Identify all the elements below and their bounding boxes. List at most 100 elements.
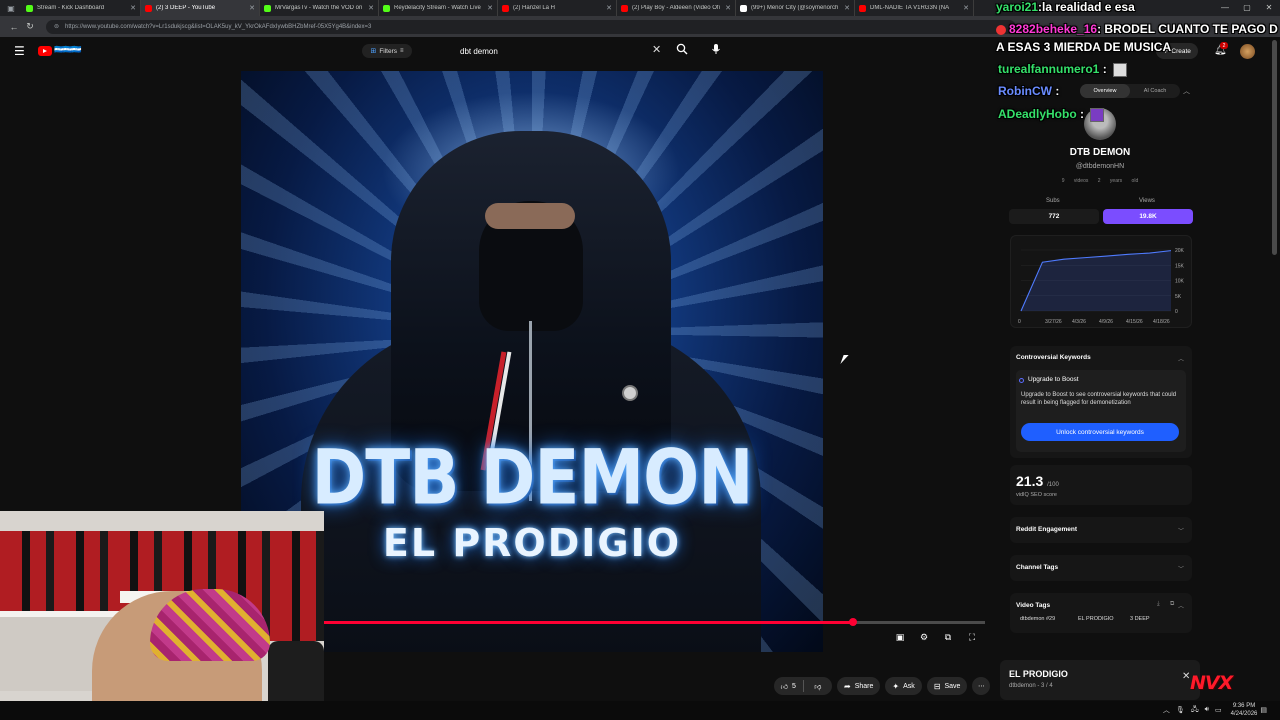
browser-tab[interactable]: Reydelacity Stream - Watch Live ✕ [379,0,498,16]
dislike-button[interactable]: 👎︎ [804,677,833,695]
video-actions: 👍︎ 5 👎︎ ➦ Share ✦ Ask ⊟ Save ⋯ [774,677,995,695]
tab-overview[interactable]: Overview [1080,84,1130,98]
browser-tab[interactable]: (2) 3 DEEP - YouTube ✕ [141,0,260,16]
close-tab-icon[interactable]: ✕ [368,4,374,12]
close-tab-icon[interactable]: ✕ [130,4,136,12]
share-button[interactable]: ➦ Share [837,677,881,695]
seo-score-value: 21.3 [1016,473,1044,489]
views-chart-svg: 20K 15K 10K 5K 0 0 3/27/26 4/3/26 4/9/26 4/15/26 4… [1018,248,1185,325]
unlock-keywords-button[interactable]: Unlock controversial keywords [1021,423,1179,441]
clock[interactable]: 9:36 PM 4/24/2026 [1231,702,1258,718]
filter-icon: ⊞ [370,48,377,55]
channel-tags-card[interactable]: Channel Tags ﹀ [1010,555,1192,581]
site-info-icon[interactable]: ⊜ [54,23,59,30]
controversial-collapse-icon[interactable]: ︿ [1178,354,1184,363]
menu-icon[interactable]: ☰ [14,44,25,58]
window-controls: — ▢ ✕ [1214,0,1280,16]
settings-gear-icon[interactable]: ⚙ [917,631,931,643]
subs-value[interactable]: 772 [1009,209,1099,224]
network-icon[interactable]: 🖧︎ [1191,705,1199,716]
search-icon[interactable] [676,43,688,55]
controversial-keywords-title[interactable]: Controversial Keywords [1016,354,1091,361]
maximize-button[interactable]: ▢ [1236,0,1258,16]
save-button[interactable]: ⊟ Save [926,677,968,695]
chat-emote-icon [1090,107,1105,122]
video-tag-chip[interactable]: EL PRODIGIO [1074,613,1118,625]
download-tags-icon[interactable]: ⤓ [1157,601,1160,608]
browser-tab[interactable]: DML-NADIE TA V1RG3N (NA ✕ [855,0,974,16]
reddit-engagement-title: Reddit Engagement [1016,526,1078,533]
vidiq-player-icon[interactable]: ▣ [893,631,907,643]
chart-x-tick-label: 4/18/26 [1153,319,1170,325]
search-input[interactable]: dbt demon [452,41,670,61]
tab-ai-coach[interactable]: AI Coach [1130,84,1180,98]
tab-title: (99+) Menor City (@soymenorch [751,5,839,11]
browser-tab[interactable]: MrVargasTv - Watch the VOD on ✕ [260,0,379,16]
reddit-expand-icon[interactable]: ﹀ [1178,526,1184,535]
miniplayer-icon[interactable]: ⧉ [941,631,955,643]
bookmark-icon: ⊟ [933,681,941,691]
video-player[interactable]: DTB DEMON EL PRODIGIO [241,71,823,652]
minimize-button[interactable]: — [1214,0,1236,16]
close-tab-icon[interactable]: ✕ [963,4,969,12]
page-scrollbar[interactable] [1272,40,1277,255]
close-tab-icon[interactable]: ✕ [844,4,850,12]
like-button[interactable]: 👍︎ 5 [774,677,803,695]
url-text: https://www.youtube.com/watch?v=Lr1sdukj… [65,23,372,30]
close-tab-icon[interactable]: ✕ [487,4,493,12]
like-dislike-group: 👍︎ 5 👎︎ [774,677,832,695]
search-query-text: dbt demon [460,46,498,56]
more-actions-button[interactable]: ⋯ [972,677,991,695]
video-progress-fill [323,621,853,624]
collapse-panel-icon[interactable]: ︿ [1183,86,1190,96]
reddit-engagement-card[interactable]: Reddit Engagement ﹀ [1010,517,1192,543]
channel-tags-expand-icon[interactable]: ﹀ [1178,564,1184,573]
reload-icon[interactable]: ↻ [22,21,38,32]
playlist-title: EL PRODIGIO [1009,669,1068,679]
account-avatar[interactable] [1240,44,1255,59]
volume-icon[interactable]: 🔊︎ [1205,706,1209,714]
close-window-button[interactable]: ✕ [1258,0,1280,16]
playlist-next-card[interactable]: EL PRODIGIO dtbdemon - 3 / 4 ✕ [1000,660,1200,700]
ask-button[interactable]: ✦ Ask [885,677,922,695]
video-scrubber-handle[interactable] [848,618,857,626]
seo-score-max: /100 [1047,482,1059,488]
video-progress-bar[interactable] [323,618,985,626]
boost-upsell: Upgrade to Boost Upgrade to Boost to see… [1016,370,1186,452]
video-tag-chip[interactable]: dtbdemon #29 [1016,613,1059,625]
browser-tab[interactable]: Stream - Kick Dashboard ✕ [22,0,141,16]
fullscreen-icon[interactable]: ⛶ [965,631,979,643]
battery-icon[interactable]: ▭ [1215,706,1222,714]
url-field[interactable]: ⊜ https://www.youtube.com/watch?v=Lr1sdu… [46,19,1016,34]
tab-overview-icon[interactable]: ▣ [0,0,22,16]
browser-tab[interactable]: (2) Play Boy - Aldeeen (Video Ofi ✕ [617,0,736,16]
close-tab-icon[interactable]: ✕ [249,4,255,12]
video-tags-collapse-icon[interactable]: ︿ [1178,601,1184,610]
views-value[interactable]: 19.8K [1103,209,1193,224]
close-tab-icon[interactable]: ✕ [606,4,612,12]
clear-search-icon[interactable]: ✕ [652,43,661,56]
browser-tab[interactable]: (99+) Menor City (@soymenorch ✕ [736,0,855,16]
save-label: Save [944,682,961,690]
vidiq-tabs: Overview AI Coach [1080,84,1180,98]
chart-x-tick-label: 3/27/26 [1045,319,1062,325]
microphone-icon[interactable] [710,43,722,55]
cover-jacket-badge [622,385,638,401]
filters-button[interactable]: ⊞ Filters ≡ [362,44,412,58]
views-chart: 20K 15K 10K 5K 0 0 3/27/26 4/3/26 4/9/26 4/15/26 4… [1010,235,1192,328]
copy-tags-icon[interactable]: ⧉ [1170,601,1174,608]
seo-score-label: vidIQ SEO score [1016,492,1057,498]
tab-favicon-icon [740,4,747,12]
close-tab-icon[interactable]: ✕ [725,4,731,12]
mic-tray-icon[interactable]: 🎙︎ [1176,706,1185,714]
youtube-logo-icon[interactable] [38,46,52,56]
notifications-tray-icon[interactable]: ▤ [1260,706,1267,714]
tray-chevron-icon[interactable]: ︿ [1163,705,1170,715]
chart-area [1021,250,1171,311]
tab-title: (2) Play Boy - Aldeeen (Video Ofi [632,5,720,11]
seo-score: 21.3 /100 [1016,473,1059,489]
cover-subtitle: EL PRODIGIO [382,521,682,565]
video-tag-chip[interactable]: 3 DEEP [1126,613,1154,625]
back-icon[interactable]: ← [6,22,22,32]
browser-tab[interactable]: (2) Hanzel La H ✕ [498,0,617,16]
